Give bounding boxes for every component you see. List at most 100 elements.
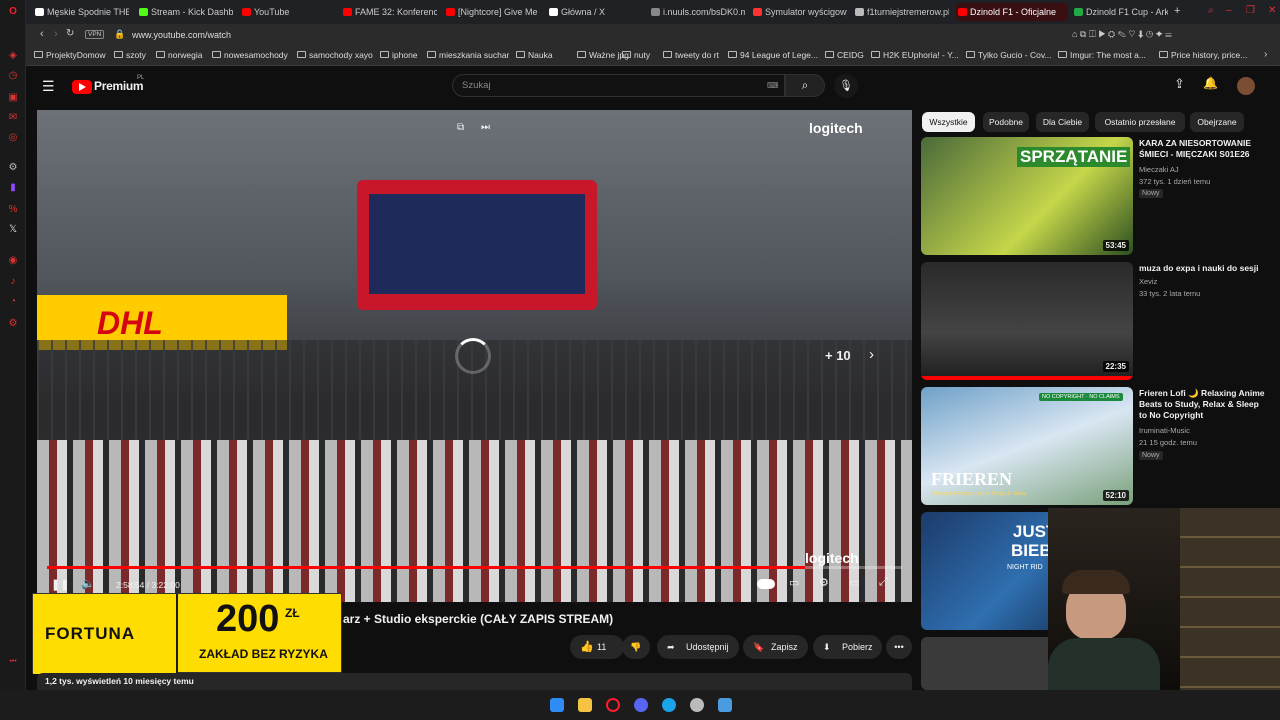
notifications-bell-icon[interactable]: 🔔 — [1203, 76, 1218, 90]
x-twitter-icon[interactable]: 𝕏 — [7, 224, 19, 236]
maximize-icon[interactable]: ❐ — [1246, 5, 1255, 16]
tab-1[interactable]: Stream - Kick Dashbo — [137, 3, 233, 21]
pinboard-icon[interactable]: ◉ — [7, 255, 19, 267]
player-icon[interactable]: ♪ — [7, 276, 19, 288]
downloads-icon[interactable]: ◔ — [7, 296, 19, 308]
recommendation-channel-2[interactable]: Xeviz — [1139, 277, 1157, 286]
like-button[interactable]: 👍 11 — [570, 635, 624, 659]
skip-icon[interactable]: ⏭ — [481, 122, 490, 133]
tab-10[interactable]: Dzinold F1 Cup - Arku — [1072, 3, 1168, 21]
lock-icon[interactable]: 🔒 — [114, 29, 125, 40]
bookmark-item[interactable]: szoty — [114, 50, 146, 60]
bookmark-item[interactable]: Tylko Gucio - Cov... — [966, 50, 1052, 60]
recommendation-thumbnail-3[interactable]: NO COPYRIGHT · NO CLAIMS FRIEREN Relaxin… — [921, 387, 1133, 505]
minimize-icon[interactable]: – — [1226, 5, 1232, 16]
bookmark-item[interactable]: nowesamochody — [212, 50, 288, 60]
vpn-badge[interactable]: VPN — [85, 30, 105, 39]
bookmark-item[interactable]: samochody xayo — [297, 50, 373, 60]
recommendation-title-1[interactable]: KARA ZA NIESORTOWANIE ŚMIECI - MIĘCZAKI … — [1139, 138, 1269, 160]
fortuna-ad[interactable]: FORTUNA 200 ZŁ ZAKŁAD BEZ RYZYKA — [32, 593, 342, 674]
extension-icon[interactable]: % — [7, 204, 19, 216]
tab-4[interactable]: [Nightcore] Give Me — [444, 3, 540, 21]
seek-forward-chevron-icon[interactable]: › — [869, 346, 874, 363]
video-player[interactable]: DHL logitech logitech ⧉ ⏭ + 10 › ❚❚ 🔈 2:… — [37, 110, 912, 602]
pause-icon[interactable]: ❚❚ — [51, 578, 69, 591]
save-button[interactable]: 🔖 Zapisz — [743, 635, 808, 659]
messenger-icon[interactable]: ✉ — [7, 112, 19, 124]
search-tabs-icon[interactable]: ⌕ — [1208, 5, 1214, 16]
extensions-icons[interactable]: ⌂ ⧉ ◫ ▶ ⛭ ✎ ♡ ⬇ ◷ ✦ ☰ — [1072, 29, 1172, 40]
recommendation-thumbnail-1[interactable]: SPRZĄTANIE 53:45 — [921, 137, 1133, 255]
upload-icon[interactable]: ⇪ — [1174, 76, 1185, 92]
recommendation-title-2[interactable]: muza do expa i nauki do sesji — [1139, 263, 1269, 274]
tab-9[interactable]: Dzinold F1 - Oficjalne — [956, 3, 1068, 21]
bookmark-item[interactable]: H2K EUphoria! - Y... — [871, 50, 959, 60]
tab-2[interactable]: YouTube — [240, 3, 336, 21]
close-window-icon[interactable]: ✕ — [1268, 5, 1276, 16]
opera-logo-icon[interactable]: O — [7, 6, 19, 18]
bookmarks-more-icon[interactable]: › — [1264, 49, 1267, 60]
tab-8[interactable]: f1turniejstremerow.pl — [853, 3, 949, 21]
back-icon[interactable]: ‹ — [40, 28, 44, 40]
start-menu-icon[interactable] — [550, 698, 564, 712]
keyboard-icon[interactable]: ⌨ — [767, 81, 779, 90]
avatar[interactable] — [1237, 77, 1255, 95]
telegram-icon[interactable] — [662, 698, 676, 712]
url-field[interactable]: www.youtube.com/watch — [132, 30, 231, 40]
bookmark-item[interactable]: Price history, price... — [1159, 50, 1247, 60]
search-input[interactable]: Szukaj ⌨ — [452, 74, 785, 97]
notepad-icon[interactable] — [718, 698, 732, 712]
menu-icon[interactable]: ☰ — [42, 78, 55, 95]
tab-3[interactable]: FAME 32: Konferencja — [341, 3, 437, 21]
progress-bar[interactable] — [47, 566, 902, 569]
subtitles-icon[interactable]: ▭ — [789, 576, 799, 589]
bookmark-item[interactable]: CEIDG — [825, 50, 864, 60]
new-tab-button[interactable]: + — [1174, 5, 1180, 17]
tab-5[interactable]: Główna / X — [547, 3, 643, 21]
more-icon[interactable]: ••• — [7, 656, 19, 668]
chip-1[interactable]: Podobne — [983, 112, 1029, 132]
youtube-logo-icon[interactable] — [72, 80, 92, 94]
bookmark-item[interactable]: mieszkania suchar — [427, 50, 509, 60]
wallet-icon[interactable]: ▣ — [7, 92, 19, 104]
forward-icon[interactable]: › — [54, 28, 58, 40]
bookmark-item[interactable]: Imgur: The most a... — [1058, 50, 1146, 60]
recommendation-title-3[interactable]: Frieren Lofi 🌙 Relaxing Anime Beats to S… — [1139, 388, 1269, 421]
sidebar-settings-icon[interactable]: ⚙ — [7, 318, 19, 330]
recommendation-thumbnail-2[interactable]: 22:35 — [921, 262, 1133, 380]
share-button[interactable]: ➦ Udostępnij — [657, 635, 739, 659]
bookmark-item[interactable]: norwegia — [156, 50, 203, 60]
whatsapp-icon[interactable]: ◎ — [7, 132, 19, 144]
more-actions-button[interactable]: ••• — [886, 635, 912, 659]
tab-7[interactable]: Symulator wyścigowy — [751, 3, 847, 21]
history-icon[interactable]: ◷ — [7, 70, 19, 82]
recommendation-channel-1[interactable]: Mieczaki AJ — [1139, 165, 1179, 174]
settings-icon[interactable]: ⚙ — [7, 162, 19, 174]
download-button[interactable]: ⬇ Pobierz — [813, 635, 882, 659]
bookmark-item[interactable]: Nauka — [516, 50, 553, 60]
bookmark-item[interactable]: ProjektyDomow — [34, 50, 106, 60]
search-button[interactable]: ⌕ — [785, 74, 825, 97]
file-explorer-icon[interactable] — [578, 698, 592, 712]
dislike-button[interactable]: 👎 — [622, 635, 650, 659]
tab-0[interactable]: Męskie Spodnie THE N — [33, 3, 129, 21]
bookmark-item[interactable]: 94 League of Lege... — [728, 50, 818, 60]
chip-0[interactable]: Wszystkie — [922, 112, 975, 132]
steam-icon[interactable] — [690, 698, 704, 712]
bookmark-item[interactable]: tweety do rt — [663, 50, 719, 60]
opera-browser-icon[interactable] — [606, 698, 620, 712]
theater-mode-icon[interactable]: ▭ — [849, 576, 859, 589]
chip-3[interactable]: Ostatnio przesłane — [1095, 112, 1185, 132]
aria-icon[interactable]: ◈ — [7, 50, 19, 62]
bookmark-item[interactable]: nuty — [622, 50, 650, 60]
bookmark-item[interactable]: iphone — [380, 50, 418, 60]
settings-gear-icon[interactable]: ⚙ — [819, 576, 829, 589]
discord-icon[interactable] — [634, 698, 648, 712]
description-box[interactable]: 1,2 tys. wyświetleń 10 miesięcy temu — [37, 673, 912, 690]
autoplay-toggle[interactable] — [757, 579, 775, 589]
volume-icon[interactable]: 🔈 — [81, 577, 95, 590]
youtube-premium-logo[interactable]: Premium — [94, 79, 144, 93]
voice-search-button[interactable]: 🎙 — [834, 74, 858, 98]
fullscreen-icon[interactable]: ⤢ — [879, 576, 888, 589]
recommendation-channel-3[interactable]: Iruminati-Music — [1139, 426, 1190, 435]
